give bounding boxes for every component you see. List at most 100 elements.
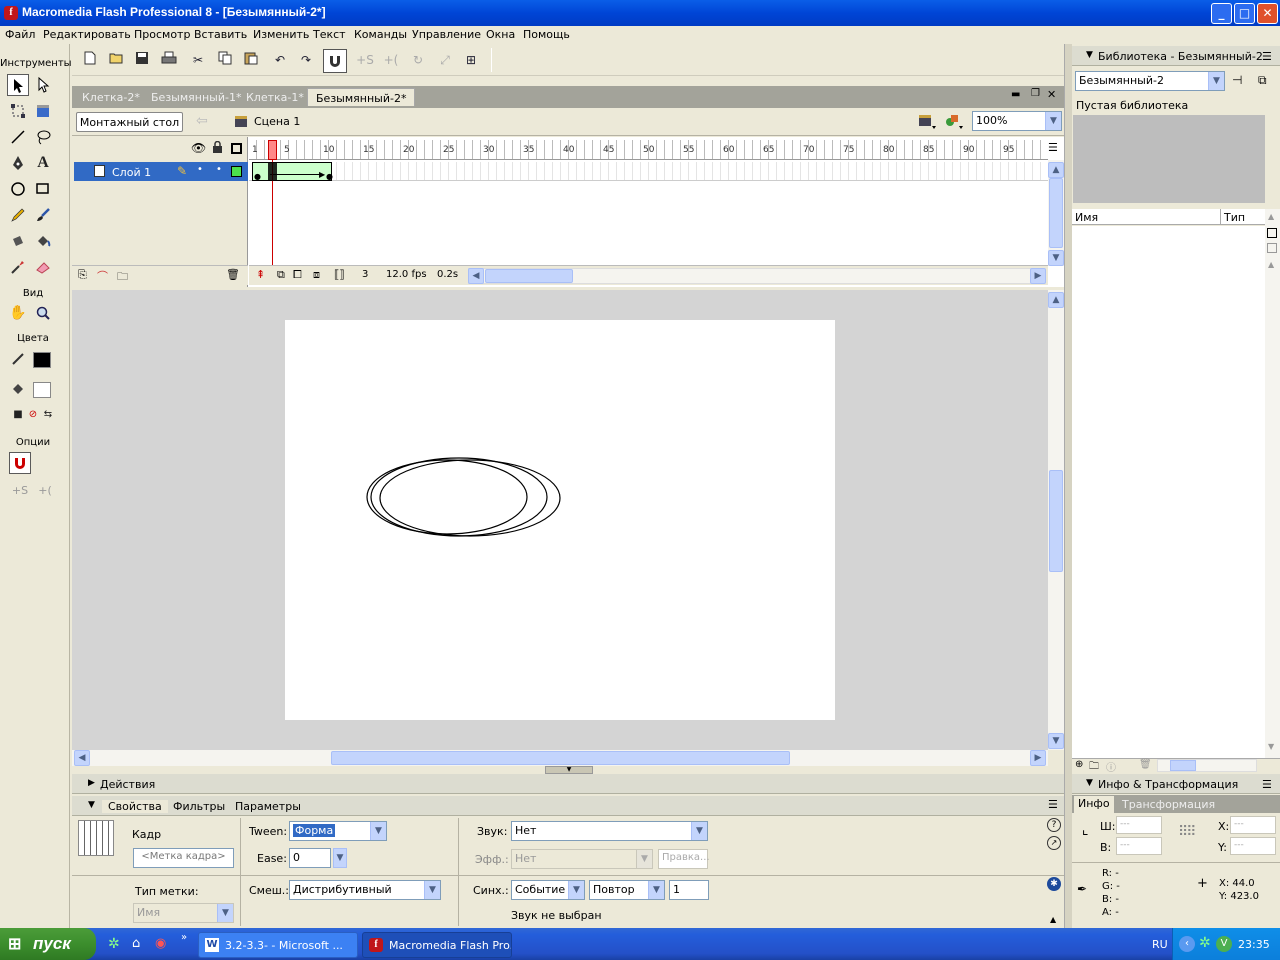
taskbar-button-flash[interactable]: Macromedia Flash Pro... [362,932,512,958]
oval-shape[interactable] [366,459,528,535]
menu-insert[interactable]: Вставить [194,28,247,41]
layer-name[interactable]: Слой 1 [112,166,151,179]
label-type-select[interactable]: Имя ▼ [133,903,234,923]
antivirus-tray-icon[interactable]: V [1216,936,1232,952]
menu-view[interactable]: Просмотр [134,28,190,41]
fill-color-swatch[interactable] [33,382,51,398]
grid-registration-icon[interactable]: ⠿⠿ [1178,824,1196,840]
timeline-toggle-button[interactable]: Монтажный стол [76,112,183,132]
accessibility-icon[interactable]: ✱ [1047,877,1061,891]
doc-tab[interactable]: Безымянный-1* [143,88,249,106]
help-icon[interactable]: ? [1047,818,1061,832]
selection-tool-icon[interactable] [7,74,29,96]
lock-icon[interactable] [212,140,223,156]
tab-parameters[interactable]: Параметры [235,800,301,813]
rectangle-tool-icon[interactable] [32,178,54,200]
library-list[interactable] [1072,226,1265,758]
tab-transform[interactable]: Трансформация [1122,798,1215,811]
lasso-tool-icon[interactable] [32,126,54,148]
snap-magnet-icon[interactable] [9,452,31,474]
quicklaunch-icon[interactable]: ⌂ [132,936,140,951]
library-col-name[interactable]: Имя [1075,211,1098,224]
doc-tab[interactable]: Клетка-2* [74,88,148,106]
scale-icon[interactable]: ⤢ [436,51,454,69]
delete-layer-icon[interactable]: 🗑 [226,268,240,281]
undo-icon[interactable]: ↶ [271,51,289,69]
narrow-view-icon[interactable] [1267,243,1277,253]
edit-in-actions-icon[interactable]: ↗ [1047,836,1061,850]
menu-edit[interactable]: Редактировать [43,28,131,41]
stage[interactable] [285,320,835,720]
smooth-option-icon[interactable]: +S [9,480,31,502]
eyedropper-tool-icon[interactable] [7,256,29,278]
cut-icon[interactable]: ✂ [189,51,207,69]
menu-modify[interactable]: Изменить [253,28,309,41]
blend-select[interactable]: Дистрибутивный ▼ [289,880,441,900]
center-frame-icon[interactable]: ⇞ [256,268,265,281]
add-motion-guide-icon[interactable]: ⌒ [97,268,108,284]
new-file-icon[interactable] [81,51,99,69]
paint-bucket-tool-icon[interactable] [32,230,54,252]
quicklaunch-overflow-icon[interactable]: » [181,932,187,943]
eye-icon[interactable]: 👁 [191,141,206,155]
doc-tab-active[interactable]: Безымянный-2* [307,88,416,106]
start-button[interactable]: ⊞ пуск [0,928,96,960]
panel-menu-icon[interactable]: ☰ [1262,778,1272,791]
scroll-thumb[interactable] [1049,178,1063,248]
close-button[interactable]: ✕ [1257,3,1278,24]
text-tool-icon[interactable]: A [32,152,54,174]
redo-icon[interactable]: ↷ [297,51,315,69]
scroll-down-button[interactable]: ▼ [1048,250,1064,266]
tab-info[interactable]: Инфо [1074,796,1114,813]
paste-icon[interactable] [242,51,260,69]
properties-icon[interactable]: ⓘ [1106,759,1116,774]
sound-select[interactable]: Нет ▼ [511,821,708,841]
scroll-down-button[interactable]: ▼ [1048,733,1064,749]
scroll-left-button[interactable]: ◀ [468,268,484,284]
save-icon[interactable] [133,51,151,69]
menu-control[interactable]: Управление [412,28,481,41]
outline-color-swatch[interactable] [231,166,242,177]
repeat-count-input[interactable]: 1 [669,880,709,900]
edit-scene-icon[interactable] [917,112,939,132]
quicklaunch-icon[interactable]: ✲ [108,936,120,952]
brush-tool-icon[interactable] [32,204,54,226]
minimize-button[interactable]: _ [1211,3,1232,24]
ease-input[interactable]: 0 [289,848,331,868]
tab-properties[interactable]: Свойства [102,800,168,813]
outline-icon[interactable] [231,143,242,154]
rotate-icon[interactable]: ↻ [409,51,427,69]
doc-close-icon[interactable]: ✕ [1047,88,1056,101]
fill-transform-tool-icon[interactable] [32,100,54,122]
visibility-dot-icon[interactable]: • [197,164,203,175]
x-field[interactable]: --- [1230,816,1276,834]
onion-outline-icon[interactable]: ⧠ [293,268,302,282]
oval-shape[interactable] [370,457,548,537]
zoom-select[interactable]: 100% ▼ [972,111,1062,131]
scroll-thumb[interactable] [1049,470,1063,572]
collapse-arrow-icon[interactable]: ▼ [88,800,95,810]
straighten-icon[interactable]: +( [382,51,400,69]
doc-restore-icon[interactable]: ❐ [1031,88,1040,99]
library-col-type[interactable]: Тип [1224,211,1245,224]
tween-select[interactable]: Форма ▼ [289,821,387,841]
oval-shape[interactable] [379,459,561,537]
copy-icon[interactable] [216,51,234,69]
right-dock-splitter[interactable] [1064,44,1072,928]
lock-dot-icon[interactable]: • [216,164,222,175]
tray-icon[interactable]: ✲ [1199,935,1211,951]
delete-icon[interactable]: 🗑 [1139,759,1152,770]
menu-commands[interactable]: Команды [354,28,407,41]
menu-help[interactable]: Помощь [523,28,570,41]
scroll-up-button[interactable]: ▲ [1048,162,1064,178]
collapse-up-icon[interactable]: ▲ [1050,915,1056,924]
scroll-right-button[interactable]: ▶ [1030,268,1046,284]
menu-text[interactable]: Текст [313,28,346,41]
scroll-right-button[interactable]: ▶ [1030,750,1046,766]
repeat-select[interactable]: Повтор ▼ [589,880,665,900]
taskbar-button-word[interactable]: 3.2-3.3- - Microsoft ... [198,932,358,958]
tray-expand-icon[interactable]: ‹ [1179,936,1195,952]
pen-tool-icon[interactable] [7,152,29,174]
scroll-down-button[interactable]: ▼ [1268,742,1274,751]
library-document-select[interactable]: Безымянный-2 ▼ [1075,71,1225,91]
